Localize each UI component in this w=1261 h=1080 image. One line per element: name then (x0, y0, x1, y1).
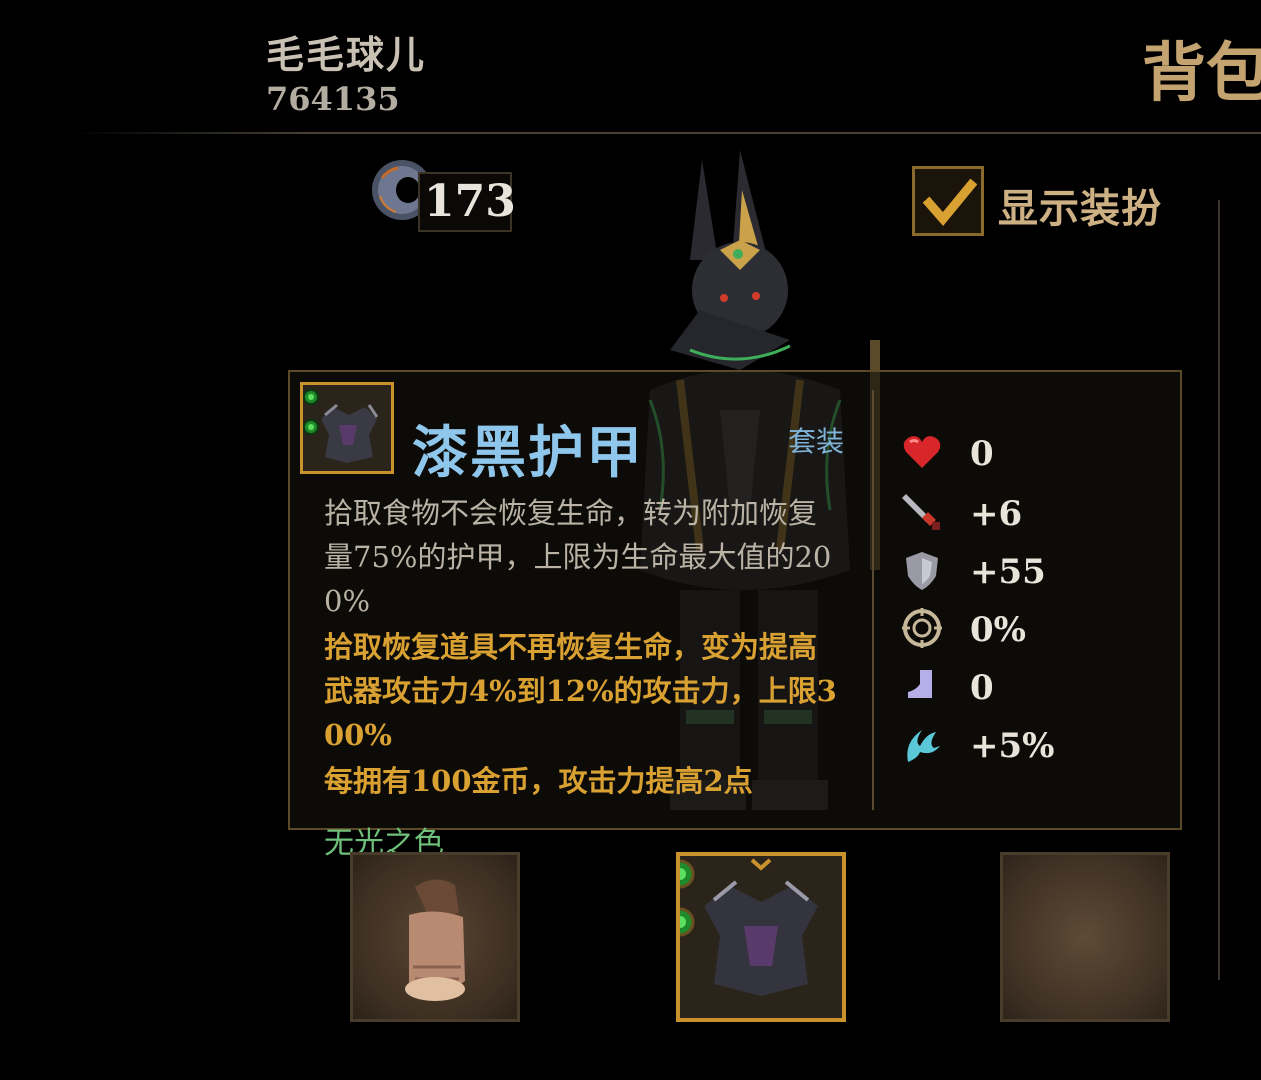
claw-icon (900, 722, 944, 766)
item-description-line: 量75%的护甲，上限为生命最大值的20 (324, 540, 832, 574)
equipment-slot-gauntlet[interactable] (350, 852, 520, 1022)
equipment-slot-armor[interactable] (676, 852, 846, 1022)
item-effect-line: 00% (324, 718, 392, 752)
show-costume-label[interactable]: 显示装扮 (998, 176, 1162, 234)
tooltip-divider (872, 390, 874, 810)
item-effect-line: 拾取恢复道具不再恢复生命，变为提高 (324, 630, 818, 664)
panel-divider (1218, 200, 1220, 980)
player-id: 764135 (266, 80, 400, 118)
item-description-line: 拾取食物不会恢复生命，转为附加恢复 (324, 496, 818, 530)
item-description-line: 0% (324, 584, 371, 618)
gauntlet-icon (405, 879, 465, 1001)
player-name: 毛毛球儿 (266, 32, 427, 77)
item-thumbnail (300, 382, 394, 474)
header-divider (75, 132, 1261, 134)
currency-value: 173 (424, 176, 516, 227)
speed-stat-value: 0 (970, 668, 994, 708)
page-title: 背包 (1142, 36, 1261, 111)
crit-target-icon (900, 606, 944, 650)
item-effect-line: 每拥有100金币，攻击力提高2点 (324, 764, 753, 798)
item-effect-line: 武器攻击力4%到12%的攻击力，上限3 (324, 674, 837, 708)
crit-stat-value: 0% (970, 610, 1026, 650)
shield-icon (900, 548, 944, 592)
item-name: 漆黑护甲 (412, 420, 644, 486)
lifesteal-stat-value: +5% (970, 726, 1055, 766)
heart-icon (900, 430, 944, 474)
dark-armor-icon (680, 858, 818, 996)
item-set-tag[interactable]: 套装 (788, 420, 844, 460)
attack-stat-value: +6 (970, 494, 1023, 534)
defense-stat-value: +55 (970, 552, 1046, 592)
health-stat-value: 0 (970, 434, 994, 474)
equipment-slot-empty[interactable] (1000, 852, 1170, 1022)
show-costume-checkbox[interactable] (912, 166, 984, 236)
boot-icon (900, 664, 944, 708)
sword-icon (900, 490, 944, 534)
checkmark-icon (922, 178, 977, 226)
